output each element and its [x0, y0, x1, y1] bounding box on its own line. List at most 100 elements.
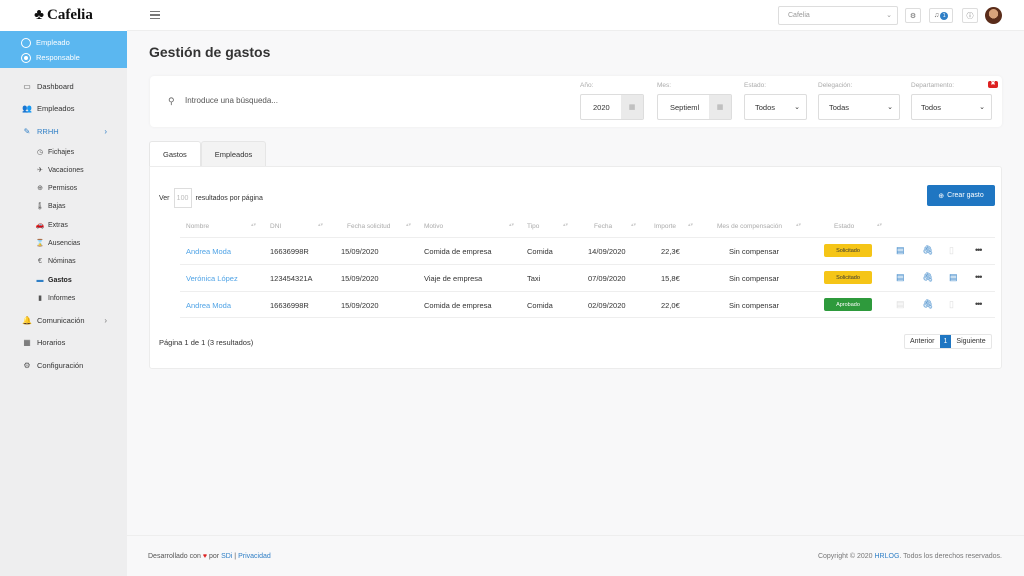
delegacion-label: Delegación: — [818, 82, 853, 89]
month-input[interactable]: Septieml ▦ — [657, 94, 732, 120]
per-page-suffix: resultados por página — [195, 194, 263, 202]
chevron-right-icon: › — [104, 126, 107, 136]
column-header-importe[interactable]: Importe — [654, 223, 676, 230]
compensation-month-cell: Sin compensar — [729, 247, 780, 256]
clock-icon: ◷ — [36, 149, 44, 156]
estado-select[interactable]: Todos ⌄ — [744, 94, 807, 120]
calendar-icon[interactable]: ▦ — [621, 95, 643, 119]
pagination-info: Página 1 de 1 (3 resultados) — [159, 338, 254, 347]
pagination: Anterior 1 Siguiente — [904, 334, 992, 349]
column-header-estado[interactable]: Estado — [834, 223, 854, 230]
document-icon[interactable]: ▤ — [949, 272, 958, 283]
pagination-prev-button[interactable]: Anterior — [905, 335, 940, 348]
sidebar-item-vacaciones[interactable]: ✈ Vacaciones — [0, 161, 127, 179]
create-expense-label: Crear gasto — [947, 192, 984, 199]
sidebar-item-bajas[interactable]: 🌡 Bajas — [0, 197, 127, 215]
per-page-input[interactable]: 100 — [173, 188, 192, 208]
sidebar-item-label: Vacaciones — [48, 166, 84, 174]
sidebar-item-nominas[interactable]: € Nóminas — [0, 252, 127, 270]
hrlog-link[interactable]: HRLOG — [875, 553, 900, 560]
sidebar-item-label: Ausencias — [48, 239, 81, 247]
logo[interactable]: ♣ Cafelia — [0, 0, 127, 31]
sidebar-item-informes[interactable]: ▮ Informes — [0, 289, 127, 307]
sort-icon[interactable]: ▴▾ — [688, 222, 693, 228]
sort-icon[interactable]: ▴▾ — [406, 222, 411, 228]
sidebar-item-comunicacion[interactable]: 🔔 Comunicación › — [0, 311, 127, 329]
employee-name-link[interactable]: Verónica López — [186, 274, 238, 283]
pagination-next-button[interactable]: Siguiente — [951, 335, 990, 348]
role-empleado[interactable]: Empleado — [0, 35, 127, 50]
chevron-right-icon: › — [104, 315, 107, 325]
paperclip-icon[interactable]: 🖇 — [922, 245, 933, 256]
role-responsable[interactable]: Responsable — [0, 50, 127, 65]
car-icon: 🚗 — [35, 222, 45, 229]
table-row[interactable]: Verónica López 123454321A 15/09/2020 Via… — [180, 264, 995, 291]
sort-icon[interactable]: ▴▾ — [251, 222, 256, 228]
search-input[interactable]: Introduce una búsqueda... — [185, 96, 278, 105]
sidebar-item-horarios[interactable]: ▦ Horarios — [0, 333, 127, 351]
role-selector: Empleado Responsable — [0, 31, 127, 68]
employee-name-link[interactable]: Andrea Moda — [186, 301, 231, 310]
more-options-icon[interactable]: ••• — [975, 299, 983, 309]
company-select[interactable]: Cafelia ⌄ — [778, 6, 898, 25]
delegacion-value: Todas — [829, 102, 850, 112]
sidebar-item-permisos[interactable]: ⊕ Permisos — [0, 179, 127, 197]
chevron-down-icon: ⌄ — [887, 104, 893, 111]
column-header-dni[interactable]: DNI — [270, 223, 281, 230]
sidebar-item-ausencias[interactable]: ⌛ Ausencias — [0, 234, 127, 252]
page-title: Gestión de gastos — [149, 44, 271, 60]
column-header-tipo[interactable]: Tipo — [527, 223, 539, 230]
hamburger-menu-icon[interactable] — [150, 11, 160, 21]
sidebar-item-fichajes[interactable]: ◷ Fichajes — [0, 143, 127, 161]
sort-icon[interactable]: ▴▾ — [631, 222, 636, 228]
info-button[interactable]: ⓘ — [962, 8, 978, 23]
brand-name: Cafelia — [47, 7, 93, 23]
sidebar-item-configuracion[interactable]: ⚙ Configuración — [0, 356, 127, 374]
delegacion-select[interactable]: Todas ⌄ — [818, 94, 900, 120]
sdi-link[interactable]: SDi — [221, 553, 232, 560]
sidebar-item-gastos[interactable]: ▬ Gastos — [0, 271, 127, 289]
column-header-mes-compensacion[interactable]: Mes de compensación — [717, 223, 782, 230]
more-options-icon[interactable]: ••• — [975, 245, 983, 255]
compensation-month-cell: Sin compensar — [729, 301, 780, 310]
sidebar-item-dashboard[interactable]: ▭ Dashboard — [0, 77, 127, 95]
privacy-link[interactable]: Privacidad — [238, 553, 271, 560]
table-row[interactable]: Andrea Moda 16636998R 15/09/2020 Comida … — [180, 237, 995, 264]
notifications-button[interactable]: ♫ 1 — [929, 8, 953, 23]
dni-cell: 16636998R — [270, 247, 309, 256]
sidebar-item-rrhh[interactable]: ✎ RRHH › — [0, 122, 127, 140]
comment-icon[interactable]: ▤ — [896, 245, 905, 256]
date-cell: 02/09/2020 — [588, 301, 626, 310]
employee-name-link[interactable]: Andrea Moda — [186, 247, 231, 256]
sort-icon[interactable]: ▴▾ — [318, 222, 323, 228]
pagination-page-1[interactable]: 1 — [939, 335, 952, 348]
sort-icon[interactable]: ▴▾ — [563, 222, 568, 228]
year-input[interactable]: 2020 ▦ — [580, 94, 644, 120]
create-expense-button[interactable]: ⊕ Crear gasto — [927, 185, 995, 206]
tab-gastos[interactable]: Gastos — [149, 141, 201, 166]
column-header-fecha-solicitud[interactable]: Fecha solicitud — [347, 223, 390, 230]
sort-icon[interactable]: ▴▾ — [796, 222, 801, 228]
year-label: Año: — [580, 82, 594, 89]
tab-empleados[interactable]: Empleados — [200, 141, 267, 166]
more-options-icon[interactable]: ••• — [975, 272, 983, 282]
sidebar-item-extras[interactable]: 🚗 Extras — [0, 216, 127, 234]
departamento-select[interactable]: Todos ⌄ — [911, 94, 992, 120]
sort-icon[interactable]: ▴▾ — [877, 222, 882, 228]
sort-icon[interactable]: ▴▾ — [509, 222, 514, 228]
comment-icon[interactable]: ▤ — [896, 272, 905, 283]
sidebar-item-empleados[interactable]: 👥 Empleados — [0, 99, 127, 117]
type-cell: Comida — [527, 301, 553, 310]
column-header-fecha[interactable]: Fecha — [594, 223, 612, 230]
clear-filters-icon[interactable]: ✖ — [988, 81, 998, 88]
column-header-nombre[interactable]: Nombre — [186, 223, 209, 230]
paperclip-icon[interactable]: 🖇 — [922, 272, 933, 283]
table-row[interactable]: Andrea Moda 16636998R 15/09/2020 Comida … — [180, 291, 995, 318]
paperclip-icon[interactable]: 🖇 — [922, 299, 933, 310]
column-header-motivo[interactable]: Motivo — [424, 223, 443, 230]
settings-button[interactable]: ⚙ — [905, 8, 921, 23]
calendar-icon[interactable]: ▦ — [709, 95, 731, 119]
sidebar-item-label: Bajas — [48, 202, 66, 210]
file-icon: ▮ — [38, 295, 42, 302]
avatar[interactable] — [985, 7, 1002, 24]
